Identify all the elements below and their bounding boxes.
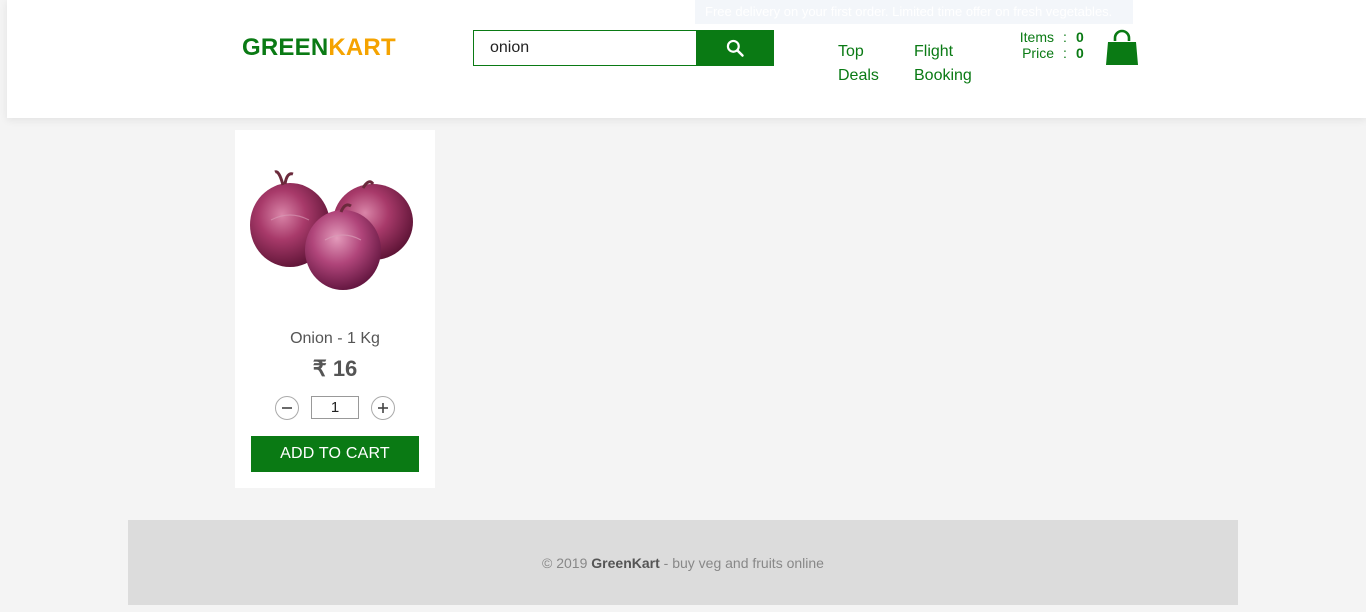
product-name: Onion - 1 Kg (290, 330, 380, 347)
brand-logo-green: GREEN (242, 34, 329, 61)
cart-button[interactable] (1104, 29, 1140, 67)
cart-summary: Items : 0 Price : 0 (1000, 29, 1090, 61)
minus-icon (282, 407, 292, 409)
product-card: Onion - 1 Kg ₹ 16 ADD TO CART (235, 130, 435, 488)
site-footer: © 2019 GreenKart - buy veg and fruits on… (128, 520, 1238, 605)
product-price: ₹ 16 (312, 356, 358, 381)
plus-icon (378, 403, 388, 413)
search-button[interactable] (696, 30, 774, 66)
brand-logo[interactable]: GREENKART (242, 34, 396, 62)
onion-product-image (250, 170, 413, 290)
search-icon (726, 39, 744, 57)
cart-items-row: Items : 0 (1000, 29, 1090, 45)
cart-items-label: Items (1019, 29, 1054, 45)
search-input[interactable] (473, 30, 697, 66)
footer-tagline: - buy veg and fruits online (659, 554, 824, 571)
decrement-button[interactable] (275, 396, 299, 420)
cart-price-label: Price (1022, 45, 1054, 61)
footer-text: © 2019 GreenKart - buy veg and fruits on… (542, 555, 824, 571)
cart-items-separator: : (1063, 29, 1067, 45)
cart-price-value: 0 (1076, 45, 1084, 61)
brand-logo-kart: KART (328, 34, 396, 61)
footer-copyright: © 2019 (542, 554, 592, 571)
cart-price-separator: : (1063, 45, 1067, 61)
quantity-input[interactable] (311, 396, 359, 419)
shopping-bag-icon (1106, 29, 1138, 65)
increment-button[interactable] (371, 396, 395, 420)
nav-link-flight-booking[interactable]: Flight Booking (914, 40, 984, 88)
cart-items-value: 0 (1076, 29, 1084, 45)
nav-link-top-deals[interactable]: Top Deals (838, 40, 888, 88)
add-to-cart-button[interactable]: ADD TO CART (251, 436, 419, 472)
cart-price-row: Price : 0 (1000, 45, 1090, 61)
footer-brand: GreenKart (591, 554, 660, 571)
promo-banner: Free delivery on your first order. Limit… (695, 0, 1133, 24)
